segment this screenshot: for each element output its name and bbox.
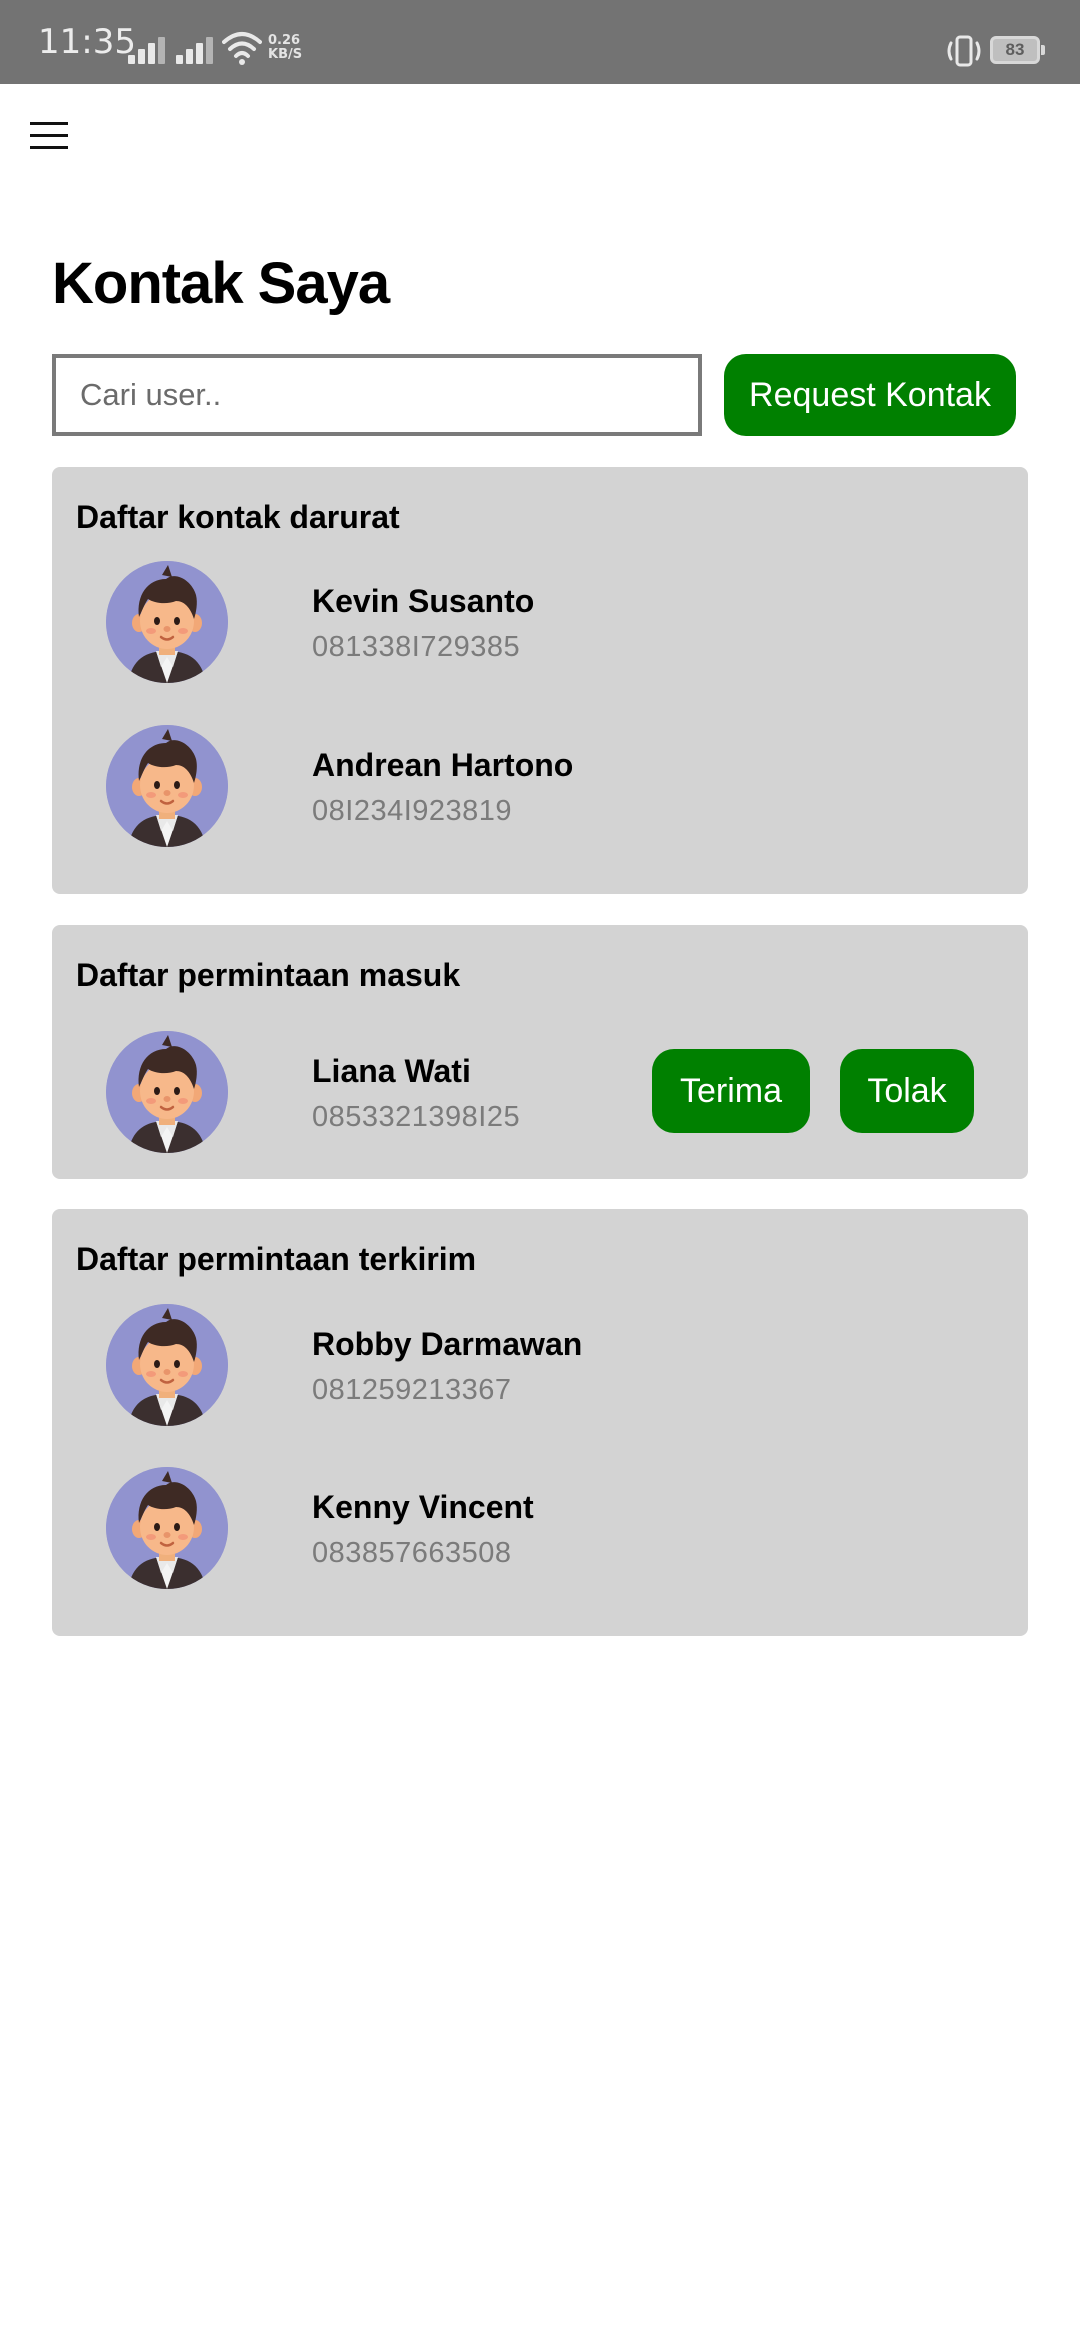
status-bar: 11:35 0.26 KB/S 83	[0, 0, 1080, 84]
contact-name: Robby Darmawan	[312, 1326, 583, 1362]
contact-phone: 083857663508	[312, 1537, 512, 1569]
signal-icon	[128, 30, 168, 64]
incoming-requests-card: Daftar permintaan masuk Liana Wati 08533…	[52, 925, 1028, 1179]
avatar	[106, 1304, 228, 1426]
avatar	[106, 561, 228, 683]
contact-phone: 08I234I923819	[312, 795, 513, 827]
sent-requests-card: Daftar permintaan terkirim Robby Darmawa…	[52, 1209, 1028, 1636]
contact-name: Kevin Susanto	[312, 583, 535, 619]
contact-phone: 081259213367	[312, 1374, 512, 1406]
hamburger-menu-icon[interactable]	[28, 118, 72, 154]
accept-button[interactable]: Terima	[652, 1049, 810, 1133]
request-contact-button[interactable]: Request Kontak	[724, 354, 1016, 436]
contact-item[interactable]: Kenny Vincent 083857663508	[106, 1467, 1006, 1591]
contact-item: Liana Wati 0853321398I25 Terima Tolak	[106, 1031, 1006, 1155]
network-speed-value: 0.26	[268, 33, 301, 48]
contact-name: Liana Wati	[312, 1053, 471, 1089]
section-title: Daftar permintaan terkirim	[76, 1241, 477, 1277]
search-input[interactable]	[52, 354, 702, 436]
avatar	[106, 1031, 228, 1153]
network-speed-unit: KB/S	[268, 47, 303, 62]
battery-icon: 83	[990, 36, 1045, 64]
contact-name: Kenny Vincent	[312, 1489, 534, 1525]
contact-item[interactable]: Andrean Hartono 08I234I923819	[106, 725, 1006, 849]
status-time: 11:35	[38, 22, 136, 62]
avatar	[106, 725, 228, 847]
section-title: Daftar permintaan masuk	[76, 957, 461, 993]
reject-button[interactable]: Tolak	[840, 1049, 974, 1133]
emergency-contacts-card: Daftar kontak darurat Kevin Susanto 0813…	[52, 467, 1028, 894]
contact-item[interactable]: Robby Darmawan 081259213367	[106, 1304, 1006, 1428]
avatar	[106, 1467, 228, 1589]
vibrate-icon	[947, 35, 981, 67]
contact-phone: 0853321398I25	[312, 1101, 521, 1133]
signal-icon	[176, 30, 216, 64]
network-speed: 0.26 KB/S	[268, 34, 302, 62]
page-title: Kontak Saya	[52, 251, 390, 316]
contact-name: Andrean Hartono	[312, 747, 574, 783]
section-title: Daftar kontak darurat	[76, 499, 400, 535]
contact-item[interactable]: Kevin Susanto 081338I729385	[106, 561, 1006, 685]
wifi-icon	[222, 32, 262, 65]
contact-phone: 081338I729385	[312, 631, 521, 663]
